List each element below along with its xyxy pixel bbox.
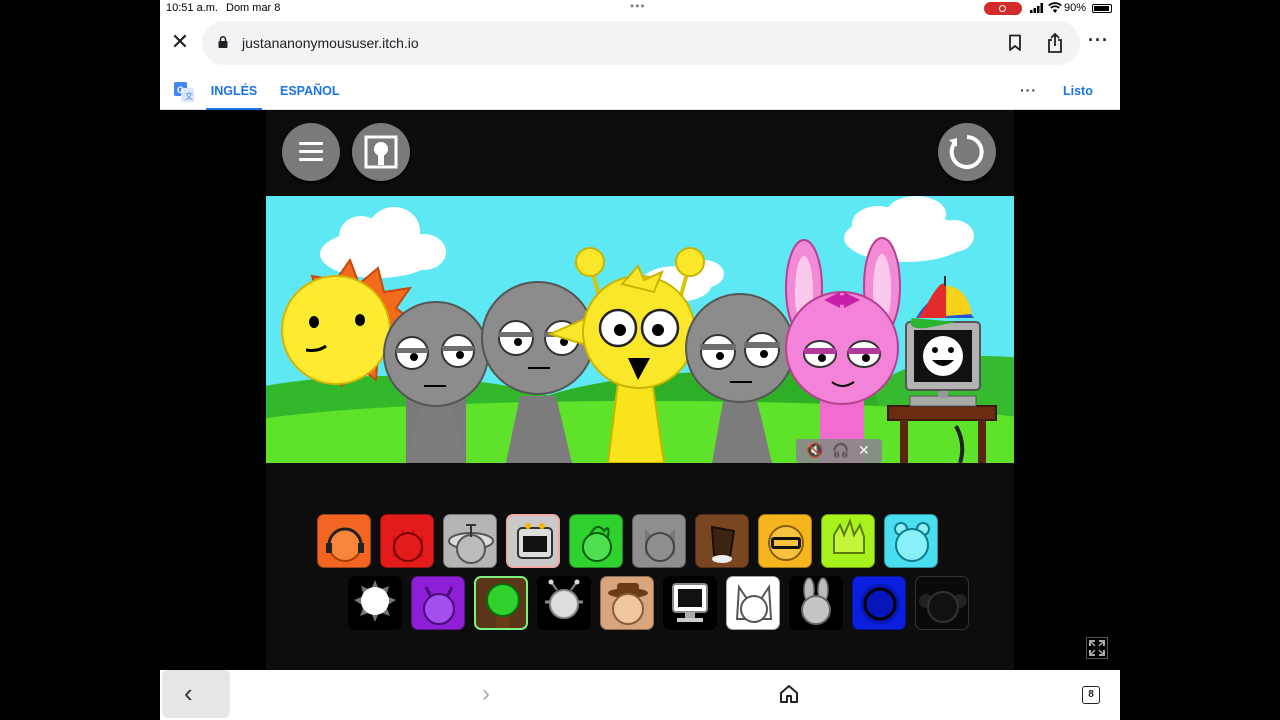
tray-brown-bucket-button[interactable]	[695, 514, 749, 568]
tray-cyan-bear-button[interactable]	[884, 514, 938, 568]
tray-white-cat-button[interactable]	[726, 576, 780, 630]
multitask-dots-icon[interactable]: •••	[630, 0, 646, 13]
status-time: 10:51 a.m.	[166, 2, 218, 14]
close-icon[interactable]: ✕	[170, 31, 190, 53]
share-icon[interactable]	[1046, 32, 1064, 54]
green-vine-icon	[582, 525, 612, 562]
headphones-icon[interactable]: 🎧	[832, 442, 849, 459]
tray-gray-bunny-button[interactable]	[789, 576, 843, 630]
more-options-icon[interactable]: ···	[1088, 30, 1109, 51]
tray-brown-tree-button[interactable]	[474, 576, 528, 630]
tab-target-language[interactable]: ESPAÑOL	[280, 72, 340, 108]
reset-button[interactable]	[938, 123, 996, 181]
tray-white-sun-button[interactable]	[348, 576, 402, 630]
translate-bar: G 文 INGLÉS ESPAÑOL ··· Listo	[160, 72, 1120, 110]
tray-purple-horns-button[interactable]	[411, 576, 465, 630]
tan-hat-icon	[608, 583, 648, 625]
fullscreen-icon[interactable]	[1086, 637, 1108, 659]
blue-ring-icon	[860, 584, 900, 624]
battery-icon	[1092, 4, 1112, 13]
tray-black-pigtails-button[interactable]	[915, 576, 969, 630]
browser-bottom-bar: ‹ › 8	[160, 670, 1120, 720]
red-spiky-icon	[393, 529, 423, 562]
gray-cat-icon	[645, 529, 675, 562]
picture-icon	[364, 135, 398, 169]
close-icon[interactable]: ✕	[858, 442, 870, 459]
gray-bunny-icon	[801, 577, 831, 625]
tray-lime-spiky-button[interactable]	[821, 514, 875, 568]
mute-icon[interactable]: 🔇	[806, 442, 823, 459]
device-screen: 10:51 a.m. Dom mar 8 ••• 90% ✕ justanano…	[160, 0, 1120, 720]
black-pigtails-icon	[919, 591, 967, 623]
chevron-left-icon: ‹	[184, 678, 193, 708]
svg-text:文: 文	[185, 91, 193, 101]
lock-icon	[218, 36, 228, 48]
brown-tree-icon	[486, 583, 520, 628]
tray-white-bug-button[interactable]	[537, 576, 591, 630]
tray-white-computer-button[interactable]	[663, 576, 717, 630]
character-tray-row-2	[266, 576, 1014, 632]
tab-switcher-button[interactable]: 8	[1082, 686, 1100, 704]
tray-tan-hat-button[interactable]	[600, 576, 654, 630]
background-button[interactable]	[352, 123, 410, 181]
back-button[interactable]: ‹	[162, 670, 230, 718]
reset-icon	[949, 135, 984, 169]
status-date: Dom mar 8	[226, 2, 281, 14]
stage-scene	[266, 196, 1014, 463]
gray-antenna-icon	[448, 524, 494, 564]
cellular-signal-icon	[1030, 3, 1043, 13]
cyan-bear-icon	[894, 522, 930, 562]
svg-text:G: G	[177, 85, 184, 95]
wifi-icon	[1048, 2, 1062, 13]
address-bar[interactable]: justananonymoususer.itch.io	[202, 21, 1080, 65]
menu-icon	[299, 142, 323, 145]
translate-more-icon[interactable]: ···	[1020, 82, 1037, 98]
tray-orange-headphones-button[interactable]	[317, 514, 371, 568]
brown-bucket-icon	[710, 525, 736, 563]
done-button[interactable]: Listo	[1063, 84, 1093, 98]
yellow-visor-icon	[768, 525, 804, 561]
white-bug-icon	[545, 579, 583, 619]
white-cat-icon	[735, 583, 773, 623]
purple-horns-icon	[423, 586, 455, 625]
google-translate-icon: G 文	[174, 82, 194, 102]
white-computer-icon	[672, 583, 708, 622]
tray-gray-antenna-button[interactable]	[443, 514, 497, 568]
orange-headphones-icon	[326, 527, 364, 562]
tray-red-spiky-button[interactable]	[380, 514, 434, 568]
chevron-right-icon[interactable]: ›	[482, 680, 490, 708]
tray-green-vine-button[interactable]	[569, 514, 623, 568]
home-icon[interactable]	[779, 684, 799, 704]
browser-toolbar: ✕ justananonymoususer.itch.io ···	[160, 18, 1120, 72]
lime-spiky-icon	[833, 518, 865, 554]
bookmark-icon[interactable]	[1008, 34, 1022, 52]
status-bar: 10:51 a.m. Dom mar 8 ••• 90%	[160, 0, 1120, 18]
screen-recording-icon	[984, 2, 1022, 15]
tray-gray-screen-button[interactable]	[506, 514, 560, 568]
tray-gray-cat-button[interactable]	[632, 514, 686, 568]
character-controls: 🔇 🎧 ✕	[796, 439, 882, 463]
menu-button[interactable]	[282, 123, 340, 181]
battery-percentage: 90%	[1064, 2, 1087, 14]
gray-screen-icon	[517, 523, 553, 559]
game-canvas: 🔇 🎧 ✕	[266, 110, 1108, 670]
tray-yellow-visor-button[interactable]	[758, 514, 812, 568]
character-tray-row-1	[266, 514, 1014, 570]
tray-blue-ring-button[interactable]	[852, 576, 906, 630]
white-sun-icon	[354, 580, 396, 622]
url-text: justananonymoususer.itch.io	[242, 35, 419, 51]
tab-source-language[interactable]: INGLÉS	[206, 72, 262, 110]
